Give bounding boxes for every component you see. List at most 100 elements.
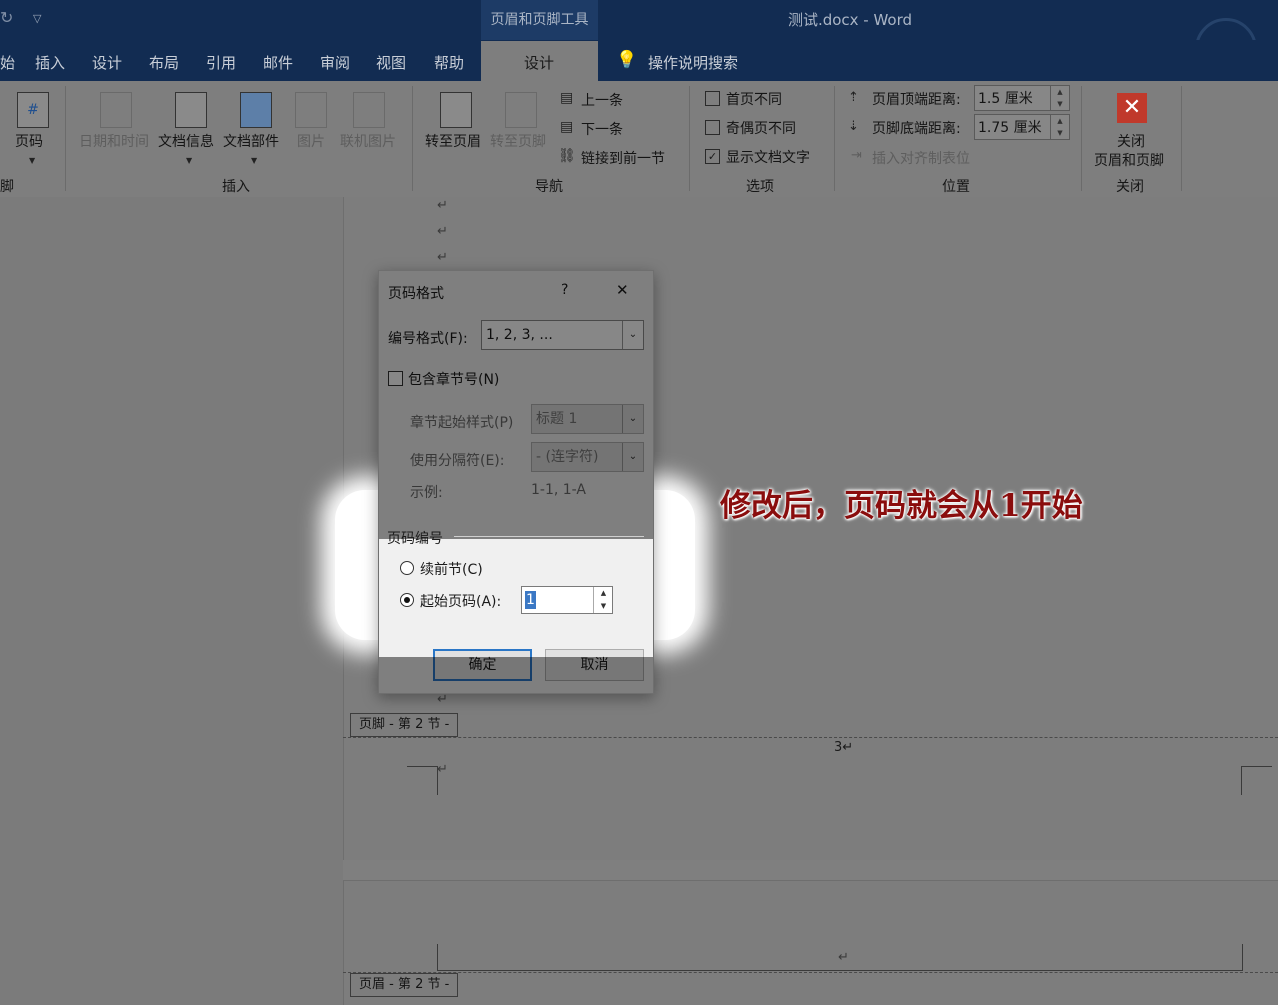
- include-chapter-checkbox[interactable]: [388, 371, 403, 386]
- online-picture-button[interactable]: 联机图片: [340, 131, 396, 151]
- start-at-spinner[interactable]: 1 ▲ ▼: [521, 586, 613, 614]
- continue-label: 续前节(C): [420, 562, 483, 578]
- calendar-clock-icon: [100, 92, 132, 128]
- divider: [834, 86, 835, 191]
- show-doc-text-checkbox[interactable]: ✓: [705, 149, 720, 164]
- tab-help[interactable]: 帮助: [434, 52, 464, 73]
- tab-insert[interactable]: 插入: [35, 52, 65, 73]
- crop-mark: [1241, 766, 1272, 795]
- chapter-style-value: 标题 1: [536, 411, 578, 427]
- page-number-icon[interactable]: #: [17, 92, 49, 128]
- group-insert-label: 插入: [222, 179, 250, 195]
- document-page-next[interactable]: [343, 880, 1278, 1005]
- align-tab-icon: ⇥: [851, 148, 862, 163]
- separator-value: - (连字符): [536, 449, 599, 465]
- header-top-spinner[interactable]: 1.5 厘米 ▲ ▼: [974, 85, 1070, 111]
- separator-select[interactable]: - (连字符) ⌄: [531, 442, 644, 472]
- date-time-button[interactable]: 日期和时间: [79, 131, 149, 151]
- diff-odd-even-checkbox[interactable]: [705, 120, 720, 135]
- insert-align-tab-button[interactable]: 插入对齐制表位: [872, 148, 970, 168]
- paragraph-mark: ↵: [437, 224, 448, 239]
- chevron-down-icon[interactable]: ⌄: [622, 443, 643, 471]
- paragraph-mark: ↵: [437, 198, 448, 213]
- divider: [1181, 86, 1182, 191]
- divider: [689, 86, 690, 191]
- diff-first-label: 首页不同: [726, 92, 782, 108]
- header-top-icon: ⇡: [848, 90, 859, 105]
- lightbulb-icon: 💡: [616, 50, 638, 70]
- chevron-down-icon: ▼: [186, 156, 193, 165]
- link-icon: ⛓: [558, 148, 576, 164]
- number-format-value: 1, 2, 3, ...: [486, 327, 553, 343]
- chevron-down-icon: ▼: [29, 156, 36, 165]
- header-top-value: 1.5 厘米: [978, 91, 1033, 107]
- spin-arrows-icon[interactable]: ▲ ▼: [1050, 86, 1069, 110]
- chevron-down-icon[interactable]: ⌄: [622, 405, 643, 433]
- header-top-label: 页眉顶端距离:: [872, 92, 961, 108]
- next-button[interactable]: 下一条: [581, 119, 623, 139]
- link-to-previous-button[interactable]: 链接到前一节: [581, 148, 665, 168]
- start-at-value[interactable]: 1: [525, 591, 536, 609]
- divider: [65, 86, 66, 191]
- divider: [412, 86, 413, 191]
- chapter-style-select[interactable]: 标题 1 ⌄: [531, 404, 644, 434]
- footer-section-tag: 页脚 - 第 2 节 -: [350, 713, 459, 737]
- doc-parts-button[interactable]: 文档部件: [223, 131, 279, 151]
- tell-me-search[interactable]: 操作说明搜索: [648, 52, 738, 73]
- goto-header-icon: [440, 92, 472, 128]
- spin-arrows-icon[interactable]: ▲ ▼: [593, 587, 613, 613]
- paragraph-mark: ↵: [437, 250, 448, 265]
- number-format-select[interactable]: 1, 2, 3, ... ⌄: [481, 320, 644, 350]
- group-position-label: 位置: [942, 179, 970, 195]
- online-picture-icon: [353, 92, 385, 128]
- example-value: 1-1, 1-A: [531, 482, 586, 498]
- previous-button[interactable]: 上一条: [581, 90, 623, 110]
- doc-info-button[interactable]: 文档信息: [158, 131, 214, 151]
- continue-radio[interactable]: [400, 561, 414, 575]
- separator-label: 使用分隔符(E):: [410, 453, 505, 469]
- radio-selected-dot: [404, 597, 410, 603]
- footer-page-number[interactable]: 3↵: [834, 740, 853, 755]
- group-close-label: 关闭: [1116, 179, 1144, 195]
- diff-first-checkbox[interactable]: [705, 91, 720, 106]
- include-chapter-label: 包含章节号(N): [408, 372, 500, 388]
- header-boundary: [343, 972, 1278, 973]
- close-icon[interactable]: ✕: [616, 281, 629, 299]
- goto-footer-button[interactable]: 转至页脚: [490, 131, 546, 151]
- tab-header-footer-design[interactable]: 设计: [524, 52, 554, 73]
- group-navigation-label: 导航: [535, 179, 563, 195]
- page-number-button[interactable]: 页码: [15, 131, 43, 151]
- tab-view[interactable]: 视图: [376, 52, 406, 73]
- header-section-tag: 页眉 - 第 2 节 -: [350, 973, 459, 997]
- footer-bottom-spinner[interactable]: 1.75 厘米 ▲ ▼: [974, 114, 1070, 140]
- close-button-line1[interactable]: 关闭: [1117, 131, 1145, 151]
- cancel-button[interactable]: 取消: [545, 649, 644, 681]
- redo-icon[interactable]: ↻: [0, 8, 13, 27]
- doc-parts-icon: [240, 92, 272, 128]
- close-icon[interactable]: ✕: [1117, 93, 1147, 123]
- example-label: 示例:: [410, 485, 443, 501]
- tab-references[interactable]: 引用: [206, 52, 236, 73]
- goto-header-button[interactable]: 转至页眉: [425, 131, 481, 151]
- number-format-label: 编号格式(F):: [388, 331, 468, 347]
- start-at-radio[interactable]: [400, 593, 414, 607]
- tab-design[interactable]: 设计: [92, 52, 122, 73]
- close-button-line2[interactable]: 页眉和页脚: [1094, 150, 1164, 170]
- numbering-section-title: 页码编号: [387, 531, 443, 547]
- tab-review[interactable]: 审阅: [320, 52, 350, 73]
- chevron-down-icon[interactable]: ⌄: [622, 321, 643, 349]
- tab-layout[interactable]: 布局: [149, 52, 179, 73]
- paragraph-mark: ↵: [437, 762, 448, 777]
- spin-arrows-icon[interactable]: ▲ ▼: [1050, 115, 1069, 139]
- tab-start[interactable]: 始: [0, 52, 15, 73]
- picture-button[interactable]: 图片: [297, 131, 325, 151]
- page-number-format-dialog: 页码格式 ? ✕ 编号格式(F): 1, 2, 3, ... ⌄ 包含章节号(N)…: [378, 270, 654, 694]
- group-header-footer-label: 脚: [0, 179, 14, 195]
- help-button[interactable]: ?: [561, 282, 568, 298]
- quick-access-dropdown-icon[interactable]: ▽: [33, 12, 41, 25]
- footer-boundary: [343, 737, 1278, 738]
- ok-button[interactable]: 确定: [433, 649, 532, 681]
- diff-odd-even-label: 奇偶页不同: [726, 121, 796, 137]
- context-tab-group-title: 页眉和页脚工具: [490, 12, 589, 28]
- tab-mailings[interactable]: 邮件: [263, 52, 293, 73]
